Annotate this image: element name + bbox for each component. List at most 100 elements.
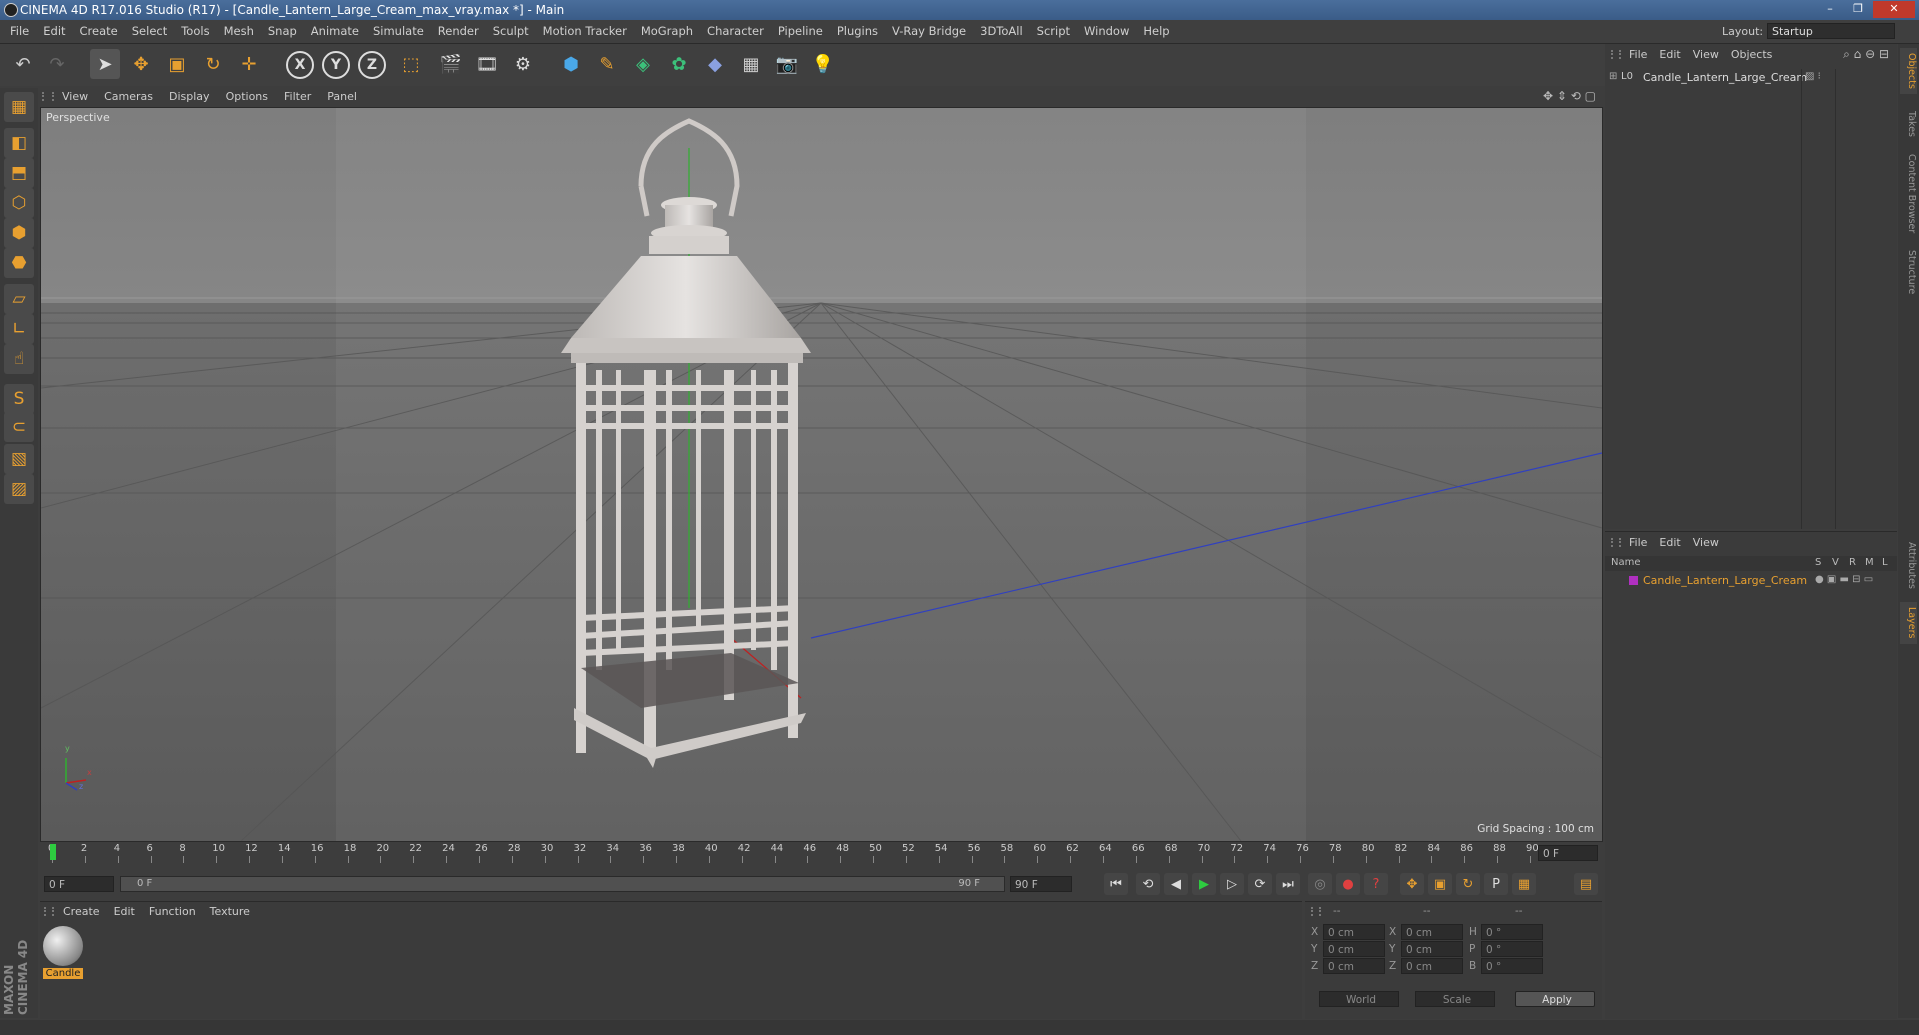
object-row[interactable]: ⊞ L0 Candle_Lantern_Large_Cream ▨ ⁝ bbox=[1605, 69, 1897, 529]
magnet-tool-icon[interactable]: ⊂ bbox=[4, 412, 34, 442]
redo-icon[interactable]: ↷ bbox=[42, 49, 72, 79]
scene-floor-icon[interactable]: ▦ bbox=[736, 49, 766, 79]
z-axis-lock-icon[interactable]: Z bbox=[358, 51, 386, 79]
menu-edit[interactable]: Edit bbox=[36, 20, 72, 43]
menu-window[interactable]: Window bbox=[1077, 20, 1136, 43]
model-mode-icon[interactable]: ▦ bbox=[4, 92, 34, 122]
next-key-button[interactable]: ⟳ bbox=[1248, 873, 1272, 895]
key-pla-icon[interactable]: ▦ bbox=[1512, 873, 1536, 895]
select-tool-icon[interactable]: ➤ bbox=[90, 49, 120, 79]
menu-script[interactable]: Script bbox=[1030, 20, 1077, 43]
grid-lock-icon[interactable]: ▧ bbox=[4, 444, 34, 474]
menu-mograph[interactable]: MoGraph bbox=[634, 20, 700, 43]
auto-key-icon[interactable]: ? bbox=[1364, 873, 1388, 895]
rotate-tool-icon[interactable]: ↻ bbox=[198, 49, 228, 79]
layer-name[interactable]: Candle_Lantern_Large_Cream bbox=[1643, 574, 1807, 587]
menu-simulate[interactable]: Simulate bbox=[366, 20, 431, 43]
menu-snap[interactable]: Snap bbox=[261, 20, 304, 43]
previous-key-button[interactable]: ⟲ bbox=[1136, 873, 1160, 895]
coord-value-field[interactable]: 0 cm bbox=[1401, 958, 1463, 974]
render-to-picture-viewer-icon[interactable]: 🎞 bbox=[472, 49, 502, 79]
minimize-button[interactable]: – bbox=[1817, 1, 1843, 18]
expand-icon[interactable]: ⊞ bbox=[1609, 71, 1617, 82]
coord-value-field[interactable]: 0 ° bbox=[1481, 958, 1543, 974]
viewport-menu-options[interactable]: Options bbox=[218, 87, 276, 106]
layer-menu-edit[interactable]: Edit bbox=[1653, 532, 1686, 554]
layer-toggle-icons[interactable]: ● ▣ ▬ ⊟ ▭ bbox=[1815, 574, 1873, 585]
menu-mesh[interactable]: Mesh bbox=[217, 20, 261, 43]
light-icon[interactable]: 💡 bbox=[808, 49, 838, 79]
material-menu-texture[interactable]: Texture bbox=[203, 902, 257, 922]
viewport-menu-filter[interactable]: Filter bbox=[276, 87, 319, 106]
layer-row[interactable]: Candle_Lantern_Large_Cream ● ▣ ▬ ⊟ ▭ bbox=[1605, 573, 1897, 589]
live-selection-icon[interactable]: ✛ bbox=[234, 49, 264, 79]
edge-mode-icon[interactable]: ⬢ bbox=[4, 218, 34, 248]
coord-value-field[interactable]: 0 cm bbox=[1401, 941, 1463, 957]
go-to-end-button[interactable]: ⏭ bbox=[1276, 873, 1300, 895]
coord-value-field[interactable]: 0 cm bbox=[1323, 958, 1385, 974]
frame-range-slider[interactable]: 0 F 90 F bbox=[120, 876, 1005, 892]
menu-3dtoall[interactable]: 3DToAll bbox=[973, 20, 1030, 43]
tab-layers[interactable]: Layers bbox=[1900, 602, 1917, 644]
object-menu-objects[interactable]: Objects bbox=[1725, 44, 1779, 66]
layer-menu-view[interactable]: View bbox=[1687, 532, 1725, 554]
render-settings-icon[interactable]: ⚙ bbox=[508, 49, 538, 79]
play-forward-button[interactable]: ▶ bbox=[1192, 873, 1216, 895]
go-to-start-button[interactable]: ⏮ bbox=[1104, 873, 1128, 895]
menu-tools[interactable]: Tools bbox=[174, 20, 216, 43]
workplane-lock-icon[interactable]: ▨ bbox=[4, 474, 34, 504]
material-item[interactable]: Candle bbox=[43, 926, 83, 982]
menu-character[interactable]: Character bbox=[700, 20, 771, 43]
object-menu-view[interactable]: View bbox=[1687, 44, 1725, 66]
next-frame-button[interactable]: ▷ bbox=[1220, 873, 1244, 895]
viewport-nav-icons[interactable]: ✥ ⇕ ⟲ ▢ bbox=[1543, 89, 1596, 103]
texture-mode-icon[interactable]: ◧ bbox=[4, 128, 34, 158]
material-menu-edit[interactable]: Edit bbox=[107, 902, 142, 922]
menu-v-ray-bridge[interactable]: V-Ray Bridge bbox=[885, 20, 973, 43]
tab-objects[interactable]: Objects bbox=[1900, 48, 1917, 94]
key-parameter-icon[interactable]: P bbox=[1484, 873, 1508, 895]
coord-value-field[interactable]: 0 cm bbox=[1401, 924, 1463, 940]
render-view-icon[interactable]: 🎬 bbox=[436, 49, 466, 79]
coord-value-field[interactable]: 0 ° bbox=[1481, 924, 1543, 940]
undo-icon[interactable]: ↶ bbox=[8, 49, 38, 79]
tab-attributes[interactable]: Attributes bbox=[1900, 534, 1917, 596]
end-frame-field[interactable]: 90 F bbox=[1010, 876, 1072, 892]
object-visibility-icon[interactable]: ▨ ⁝ bbox=[1805, 71, 1821, 82]
material-menu-function[interactable]: Function bbox=[142, 902, 203, 922]
menu-help[interactable]: Help bbox=[1136, 20, 1176, 43]
array-icon[interactable]: ✿ bbox=[664, 49, 694, 79]
key-scale-icon[interactable]: ▣ bbox=[1428, 873, 1452, 895]
previous-frame-button[interactable]: ◀ bbox=[1164, 873, 1188, 895]
scale-tool-icon[interactable]: ▣ bbox=[162, 49, 192, 79]
object-name[interactable]: Candle_Lantern_Large_Cream bbox=[1643, 71, 1807, 84]
viewport-menu-display[interactable]: Display bbox=[161, 87, 218, 106]
menu-plugins[interactable]: Plugins bbox=[830, 20, 885, 43]
y-axis-lock-icon[interactable]: Y bbox=[322, 51, 350, 79]
maximize-button[interactable]: ❐ bbox=[1845, 1, 1871, 18]
coord-value-field[interactable]: 0 cm bbox=[1323, 941, 1385, 957]
menu-pipeline[interactable]: Pipeline bbox=[771, 20, 830, 43]
layer-color-swatch[interactable] bbox=[1629, 576, 1638, 585]
object-search-icon[interactable]: ⌕ ⌂ ⊖ ⊟ bbox=[1843, 47, 1889, 62]
layout-select[interactable]: Startup bbox=[1767, 23, 1895, 39]
subdivision-surface-icon[interactable]: ◈ bbox=[628, 49, 658, 79]
viewport-menu-panel[interactable]: Panel bbox=[319, 87, 365, 106]
menu-file[interactable]: File bbox=[3, 20, 36, 43]
cube-object-icon[interactable]: ⬢ bbox=[556, 49, 586, 79]
move-tool-icon[interactable]: ✥ bbox=[126, 49, 156, 79]
timeline-ruler[interactable]: 0246810121416182022242628303234363840424… bbox=[40, 842, 1602, 864]
tab-structure[interactable]: Structure bbox=[1900, 244, 1917, 300]
point-mode-icon[interactable]: ⬡ bbox=[4, 188, 34, 218]
menu-create[interactable]: Create bbox=[73, 20, 125, 43]
start-frame-field[interactable]: 0 F bbox=[44, 876, 114, 892]
tab-takes[interactable]: Takes bbox=[1900, 104, 1917, 144]
x-axis-lock-icon[interactable]: X bbox=[286, 51, 314, 79]
menu-motion-tracker[interactable]: Motion Tracker bbox=[536, 20, 634, 43]
axis-mode-icon[interactable]: ∟ bbox=[4, 314, 34, 344]
timeline-playhead[interactable] bbox=[50, 844, 56, 860]
uv-mode-icon[interactable]: ▱ bbox=[4, 284, 34, 314]
perspective-viewport[interactable]: Perspective y x z Grid Spacing : 100 cm bbox=[40, 107, 1603, 842]
material-menu-create[interactable]: Create bbox=[56, 902, 107, 922]
coordinate-system-icon[interactable]: ⬚ bbox=[396, 49, 426, 79]
